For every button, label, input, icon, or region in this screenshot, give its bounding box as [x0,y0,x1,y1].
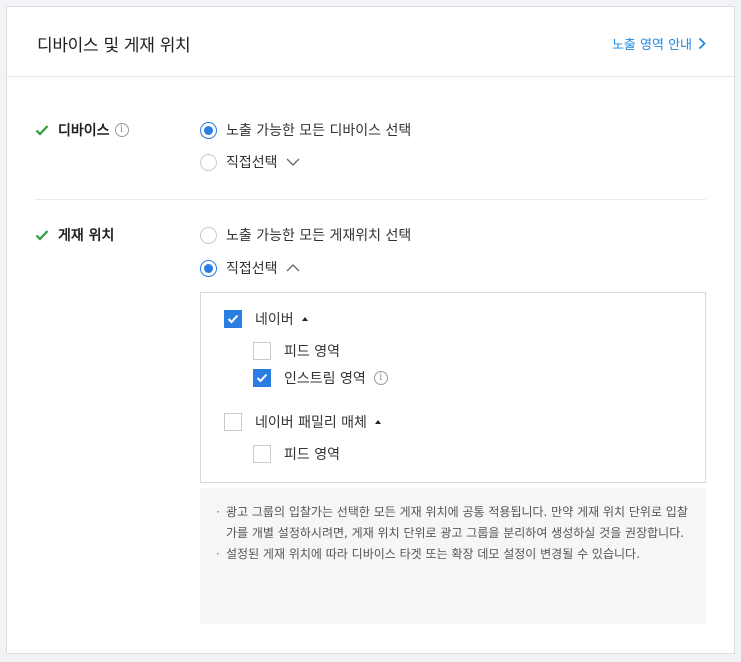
notice-text: 광고 그룹의 입찰가는 선택한 모든 게재 위치에 공통 적용됩니다. 만약 게… [226,505,688,540]
device-section-label: 디바이스 i [35,120,129,140]
radio-placement-all[interactable]: 노출 가능한 모든 게재위치 선택 [200,225,411,245]
notice-text: 설정된 게재 위치에 따라 디바이스 타겟 또는 확장 데모 설정이 변경될 수… [226,547,640,561]
check-icon [35,230,49,241]
notice-bullet: · [216,547,220,561]
radio-label: 직접선택 [226,155,278,171]
checkbox-label: 네이버 패밀리 매체 [255,415,367,431]
chevron-down-icon[interactable] [286,158,300,166]
check-icon [35,125,49,136]
radio-button-selected[interactable] [200,121,217,139]
radio-placement-custom[interactable]: 직접선택 [200,258,300,278]
placement-notice: · 광고 그룹의 입찰가는 선택한 모든 게재 위치에 공통 적용됩니다. 만약… [200,488,706,624]
checkbox-label: 인스트림 영역 [284,371,366,387]
chevron-up-icon[interactable] [286,264,300,272]
info-icon[interactable]: i [114,123,129,137]
checkbox-naver-feed[interactable]: 피드 영역 [253,341,340,361]
checkbox[interactable] [253,445,271,463]
checkbox-naver-family-feed[interactable]: 피드 영역 [253,444,340,464]
radio-button-selected[interactable] [200,259,217,277]
chevron-right-icon [698,37,706,50]
notice-item: · 광고 그룹의 입찰가는 선택한 모든 게재 위치에 공통 적용됩니다. 만약… [216,502,688,544]
checkbox-label: 피드 영역 [284,447,340,463]
guide-link-label: 노출 영역 안내 [611,38,692,53]
radio-button[interactable] [200,153,217,171]
caret-up-icon[interactable] [301,317,308,321]
checkbox-naver[interactable]: 네이버 [224,309,308,329]
radio-button[interactable] [200,226,217,244]
checkbox-naver-instream[interactable]: 인스트림 영역 i [253,368,388,388]
radio-device-custom[interactable]: 직접선택 [200,152,300,172]
placement-label: 게재 위치 [58,228,115,244]
placement-checklist: 네이버 피드 영역 인스트림 영역 i 네이버 패밀리 매체 피드 영역 [200,292,706,483]
check-icon [227,314,239,324]
notice-item: · 설정된 게재 위치에 따라 디바이스 타겟 또는 확장 데모 설정이 변경될… [216,544,688,565]
radio-label: 직접선택 [226,261,278,277]
device-label: 디바이스 [58,123,110,139]
checkbox-label: 네이버 [255,312,294,328]
checkbox-checked[interactable] [224,310,242,328]
checkbox-checked[interactable] [253,369,271,387]
radio-label: 노출 가능한 모든 디바이스 선택 [226,123,412,139]
card-header: 디바이스 및 게재 위치 노출 영역 안내 [7,7,734,77]
checkbox[interactable] [253,342,271,360]
checkbox-naver-family[interactable]: 네이버 패밀리 매체 [224,412,381,432]
checkbox[interactable] [224,413,242,431]
card-title: 디바이스 및 게재 위치 [37,36,191,56]
checkbox-label: 피드 영역 [284,344,340,360]
radio-label: 노출 가능한 모든 게재위치 선택 [226,228,412,244]
check-icon [256,373,268,383]
radio-device-all[interactable]: 노출 가능한 모든 디바이스 선택 [200,120,411,140]
caret-up-icon[interactable] [374,420,381,424]
device-placement-card: 디바이스 및 게재 위치 노출 영역 안내 디바이스 i 노출 가능한 모든 디… [6,6,735,654]
info-icon[interactable]: i [373,371,388,385]
notice-bullet: · [216,505,220,519]
section-divider [35,199,706,200]
exposure-guide-link[interactable]: 노출 영역 안내 [612,34,706,53]
placement-section-label: 게재 위치 [35,225,114,245]
